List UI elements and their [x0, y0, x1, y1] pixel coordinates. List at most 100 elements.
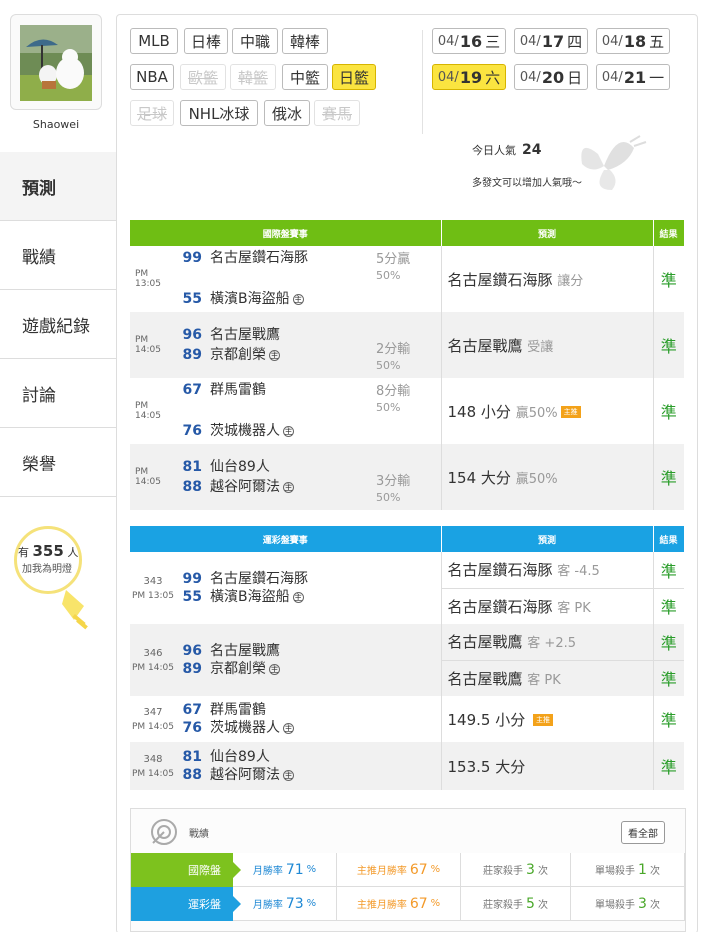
date-month: 04/ — [601, 69, 623, 85]
game-id-time: 348 PM 14:05 — [130, 742, 176, 790]
left-nav: 預測 戰績 遊戲紀錄 討論 榮譽 — [0, 152, 116, 497]
home-marker: 主 — [283, 722, 294, 734]
record-row: 運彩盤 月勝率 73% 主推月勝率 67% 莊家殺手 5 次 單場殺手 3 次 — [131, 887, 685, 921]
date-weekday: 六 — [485, 68, 501, 87]
nav-item-1[interactable]: 戰績 — [0, 221, 116, 290]
featured-badge: 主推 — [560, 406, 581, 418]
bookie-killer: 莊家殺手 3 次 — [461, 853, 571, 887]
date-button-1[interactable]: 04/17 四 — [514, 28, 588, 54]
date-day: 18 — [623, 31, 647, 51]
date-day: 16 — [459, 31, 483, 51]
prediction: 149.5 小分 主推 — [440, 696, 653, 742]
line: 2分輸 50% — [376, 312, 441, 378]
table-row: 347 PM 14:05 67 群馬雷鶴 76 茨城機器人主 149.5 小分 主推 … — [130, 696, 684, 742]
home-team: 京都創榮 — [210, 661, 266, 677]
sport-button-8[interactable]: 日籃 — [332, 64, 376, 90]
butterfly-icon — [581, 135, 647, 190]
result: 準 — [652, 246, 684, 312]
matchup: 81 仙台89人 88 越谷阿爾法主 — [176, 444, 376, 510]
fan-counter[interactable]: 有 355 人 加我為明燈 — [10, 522, 94, 630]
home-marker: 主 — [283, 425, 294, 437]
matchup: 67 群馬雷鶴 76 茨城機器人主 — [176, 696, 441, 742]
target-icon — [151, 819, 177, 845]
date-button-2[interactable]: 04/18 五 — [596, 28, 670, 54]
home-team: 茨城機器人 — [210, 720, 280, 736]
home-marker: 主 — [292, 293, 304, 305]
prediction: 名古屋戰鷹 受讓 — [440, 312, 653, 378]
prediction: 148 小分 贏50% 主推 — [440, 378, 653, 444]
table-row: PM 13:05 99 名古屋鑽石海豚 55 橫濱B海盜船主 5分贏 50% 名古屋鑽… — [130, 246, 684, 312]
date-day: 19 — [459, 67, 483, 87]
view-all-button[interactable]: 看全部 — [621, 821, 665, 844]
bookie-killer: 莊家殺手 5 次 — [461, 887, 571, 921]
popularity-value: 24 — [522, 142, 542, 158]
away-score: 99 — [182, 250, 202, 266]
sport-button-3[interactable]: 韓棒 — [282, 28, 328, 54]
result: 準 — [652, 624, 684, 660]
sl-header-result: 結果 — [653, 526, 685, 552]
sport-button-6[interactable]: 韓籃 — [230, 64, 276, 90]
away-score: 81 — [182, 749, 202, 765]
home-score: 88 — [182, 767, 202, 783]
nav-item-0[interactable]: 預測 — [0, 152, 116, 221]
date-month: 04/ — [437, 33, 459, 49]
date-day: 17 — [541, 31, 565, 51]
sport-button-2[interactable]: 中職 — [232, 28, 278, 54]
sl-header-pred: 預測 — [441, 526, 654, 552]
sport-button-7[interactable]: 中籃 — [282, 64, 328, 90]
game-time: PM 13:05 — [135, 269, 161, 289]
fan-count-text: 有 355 人 — [18, 542, 79, 560]
sport-button-1[interactable]: 日棒 — [184, 28, 228, 54]
away-team: 名古屋鑽石海豚 — [210, 250, 308, 266]
featured-win-rate: 主推月勝率 67% — [337, 853, 461, 887]
away-score: 67 — [182, 382, 202, 398]
fan-note: 加我為明燈 — [22, 564, 72, 575]
sport-button-4[interactable]: NBA — [130, 64, 174, 90]
divider — [422, 30, 423, 134]
nav-item-2[interactable]: 遊戲紀錄 — [0, 290, 116, 359]
sport-button-11[interactable]: 俄冰 — [264, 100, 310, 126]
sport-button-10[interactable]: NHL冰球 — [180, 100, 258, 126]
home-team: 茨城機器人 — [210, 423, 280, 439]
table-row: PM 14:05 81 仙台89人 88 越谷阿爾法主 3分輸 50% 154 大分 … — [130, 444, 684, 510]
home-marker: 主 — [269, 663, 280, 675]
intl-header-games: 國際盤賽事 — [130, 220, 442, 246]
away-team: 名古屋鑽石海豚 — [210, 571, 308, 587]
popularity-hint: 多發文可以增加人氣哦～ — [472, 178, 582, 189]
date-button-3[interactable]: 04/19 六 — [432, 64, 506, 90]
date-button-0[interactable]: 04/16 三 — [432, 28, 506, 54]
date-button-4[interactable]: 04/20 日 — [514, 64, 588, 90]
away-score: 99 — [182, 571, 202, 587]
matchup: 67 群馬雷鶴 76 茨城機器人主 — [176, 378, 376, 444]
prediction: 154 大分 贏50% — [440, 444, 653, 510]
popularity-label: 今日人氣 — [472, 144, 516, 157]
home-score: 89 — [182, 661, 202, 677]
date-month: 04/ — [519, 33, 541, 49]
nav-item-3[interactable]: 討論 — [0, 359, 116, 428]
sport-button-9[interactable]: 足球 — [130, 100, 174, 126]
avatar[interactable] — [10, 14, 102, 110]
sport-button-0[interactable]: MLB — [130, 28, 178, 54]
away-team: 群馬雷鶴 — [210, 382, 266, 398]
home-score: 76 — [182, 720, 202, 736]
intl-games-table: 國際盤賽事 預測 結果 PM 13:05 99 名古屋鑽石海豚 55 橫濱B海盜船主 5… — [130, 220, 685, 510]
nav-item-4[interactable]: 榮譽 — [0, 428, 116, 497]
record-header: 戰績 看全部 — [131, 809, 685, 853]
date-weekday: 三 — [485, 32, 501, 51]
date-day: 20 — [541, 67, 565, 87]
table-row: 348 PM 14:05 81 仙台89人 88 越谷阿爾法主 153.5 大分 準 — [130, 742, 684, 790]
sport-button-5[interactable]: 歐籃 — [180, 64, 226, 90]
prediction: 名古屋鑽石海豚 客 PK — [440, 587, 653, 624]
single-game-killer: 單場殺手 3 次 — [571, 887, 685, 921]
game-id-time: 343 PM 13:05 — [132, 575, 174, 601]
sport-button-12[interactable]: 賽馬 — [314, 100, 360, 126]
record-row: 國際盤 月勝率 71% 主推月勝率 67% 莊家殺手 3 次 單場殺手 1 次 — [131, 853, 685, 887]
record-title: 戰績 — [189, 829, 209, 840]
date-button-5[interactable]: 04/21 一 — [596, 64, 670, 90]
game-id-time: 347 PM 14:05 — [132, 706, 174, 732]
username: Shaowei — [32, 118, 80, 131]
away-score: 81 — [182, 459, 202, 475]
home-marker: 主 — [283, 481, 294, 493]
home-marker: 主 — [283, 769, 294, 781]
result: 準 — [652, 659, 684, 696]
